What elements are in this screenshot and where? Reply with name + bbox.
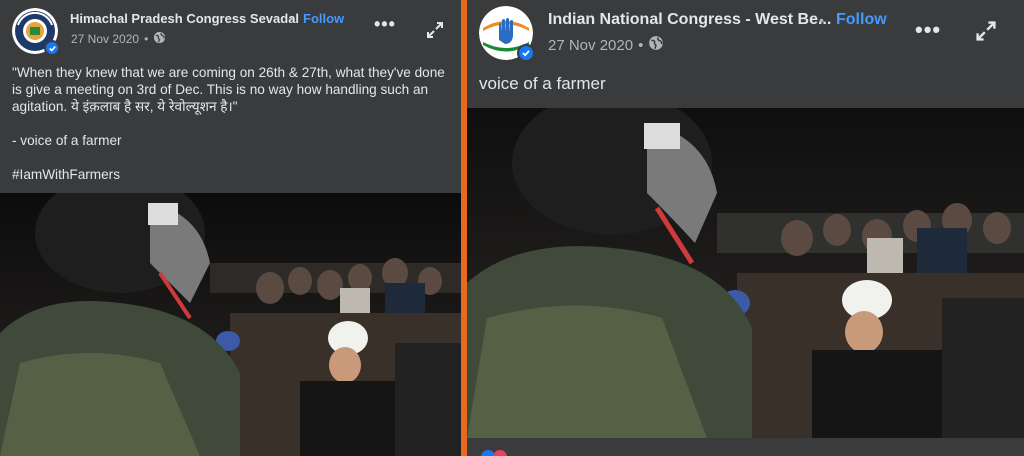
- verified-badge-icon: [44, 40, 60, 56]
- post-attribution: - voice of a farmer: [12, 133, 122, 148]
- separator-dot: •: [289, 12, 294, 26]
- expand-icon[interactable]: [425, 20, 445, 45]
- post-card-right: Indian National Congress - West Be... • …: [467, 0, 1024, 456]
- page-avatar[interactable]: [479, 6, 535, 62]
- video-frame: [0, 193, 461, 456]
- follow-button[interactable]: Follow: [303, 11, 344, 26]
- page-avatar[interactable]: [12, 8, 60, 56]
- post-card-left: Himachal Pradesh Congress Sevadal • Foll…: [0, 0, 461, 456]
- post-quote: "When they knew that we are coming on 26…: [12, 65, 445, 114]
- post-video[interactable]: [0, 193, 461, 456]
- more-options-icon[interactable]: •••: [915, 17, 941, 43]
- reactions-bar: [467, 438, 1024, 456]
- verified-badge-icon: [517, 44, 535, 62]
- post-date[interactable]: 27 Nov 2020: [71, 32, 139, 46]
- post-body: "When they knew that we are coming on 26…: [12, 64, 452, 183]
- separator-dot: •: [144, 32, 149, 46]
- love-reaction-icon[interactable]: [493, 450, 507, 456]
- post-hashtag[interactable]: #IamWithFarmers: [12, 166, 452, 183]
- post-body: voice of a farmer: [479, 74, 606, 93]
- globe-icon: [648, 35, 664, 55]
- post-meta: 27 Nov 2020 •: [71, 31, 166, 47]
- separator-dot: •: [638, 36, 644, 54]
- globe-icon: [153, 31, 166, 47]
- separator-dot: •: [819, 12, 824, 28]
- post-date[interactable]: 27 Nov 2020: [548, 37, 633, 54]
- page-name[interactable]: Himachal Pradesh Congress Sevadal: [70, 11, 299, 26]
- video-frame: [467, 108, 1024, 438]
- post-video[interactable]: [467, 108, 1024, 438]
- follow-button[interactable]: Follow: [836, 11, 887, 29]
- expand-icon[interactable]: [974, 19, 998, 48]
- more-options-icon[interactable]: •••: [374, 14, 396, 35]
- page-name[interactable]: Indian National Congress - West Be...: [548, 11, 831, 29]
- post-meta: 27 Nov 2020 •: [548, 35, 664, 55]
